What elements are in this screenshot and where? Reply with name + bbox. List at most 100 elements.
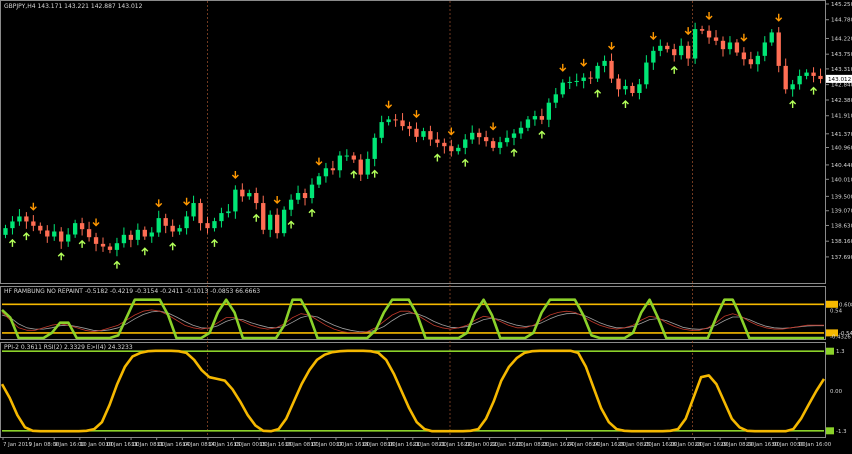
day-separators bbox=[207, 1, 693, 437]
candle-body bbox=[442, 142, 447, 147]
arrow-up-icon bbox=[510, 148, 518, 157]
price-tick-label: 142.840 bbox=[831, 83, 852, 89]
candle-body bbox=[692, 29, 698, 59]
candle-body bbox=[254, 193, 259, 204]
price-tick-label: 144.220 bbox=[831, 36, 852, 42]
arrow-up-icon bbox=[169, 242, 177, 251]
arrow-up-icon bbox=[22, 232, 30, 241]
candle-body bbox=[595, 65, 600, 79]
candle-body bbox=[414, 128, 419, 137]
arrow-up-icon bbox=[461, 158, 469, 167]
candle-body bbox=[386, 119, 391, 123]
candle-body bbox=[288, 199, 294, 210]
candle-body bbox=[205, 223, 210, 229]
price-tick-label: 138.160 bbox=[831, 239, 852, 245]
candle-body bbox=[790, 84, 795, 90]
candle-body bbox=[421, 131, 426, 137]
arrow-up-icon bbox=[252, 213, 260, 222]
arrow-down-icon bbox=[705, 12, 713, 21]
candle-body bbox=[10, 221, 15, 229]
arrow-up-icon bbox=[287, 220, 295, 229]
ppi-series-line bbox=[0, 349, 826, 433]
candle-body bbox=[128, 234, 134, 240]
arrow-up-icon bbox=[670, 65, 678, 74]
arrow-down-icon bbox=[580, 58, 588, 67]
candle-body bbox=[651, 50, 656, 63]
candle-body bbox=[372, 137, 377, 159]
candle-body bbox=[177, 228, 182, 232]
ppi-indicator-frame bbox=[0, 342, 826, 438]
ppi-header: PPI-2 0.3611 RSI(2) 2.3329 E>I(4) 24.323… bbox=[4, 344, 133, 351]
candle-body bbox=[630, 85, 635, 93]
candle-body bbox=[261, 203, 266, 230]
candle-body bbox=[463, 139, 468, 148]
indicator-tick-label: 0.00 bbox=[830, 389, 843, 395]
arrow-down-icon bbox=[183, 197, 191, 206]
candle-body bbox=[560, 82, 565, 95]
candle-body bbox=[275, 214, 280, 234]
candle-body bbox=[198, 203, 203, 224]
level-badge bbox=[826, 347, 834, 355]
candle-body bbox=[316, 176, 322, 185]
candle-body bbox=[581, 77, 586, 81]
candle-body bbox=[170, 225, 175, 232]
last-price-label: 143.012 bbox=[828, 77, 851, 83]
arrow-up-icon bbox=[210, 238, 218, 247]
candle-body bbox=[219, 213, 224, 222]
candle-body bbox=[233, 189, 238, 212]
time-tick-label: 30 Jan 16:00 bbox=[797, 442, 832, 448]
arrow-down-icon bbox=[447, 127, 455, 136]
arrow-down-icon bbox=[608, 42, 616, 51]
candle-body bbox=[679, 45, 684, 56]
candle-body bbox=[567, 81, 572, 83]
candle-body bbox=[428, 131, 433, 140]
price-tick-label: 141.910 bbox=[831, 114, 852, 120]
candle-body bbox=[456, 147, 461, 152]
arrow-up-icon bbox=[78, 239, 86, 248]
candle-body bbox=[149, 232, 154, 237]
level-badge bbox=[826, 427, 834, 435]
price-tick-label: 140.010 bbox=[831, 177, 852, 183]
arrow-down-icon bbox=[684, 27, 692, 36]
arrow-up-icon bbox=[57, 252, 65, 261]
candle-body bbox=[449, 146, 454, 152]
candle-body bbox=[156, 218, 161, 233]
candle-body bbox=[281, 209, 287, 234]
candle-body bbox=[24, 216, 29, 222]
candle-body bbox=[93, 237, 99, 244]
candle-body bbox=[407, 126, 412, 129]
candle-body bbox=[142, 229, 147, 237]
candle-body bbox=[59, 231, 64, 242]
candle-body bbox=[79, 223, 85, 230]
indicator-tick-label: -1.3 bbox=[836, 429, 847, 435]
candle-body bbox=[762, 42, 767, 56]
candle-body bbox=[72, 223, 78, 235]
chart-canvas: 145.250 144.780 144.220 143.750 143.310 142.8… bbox=[0, 0, 852, 448]
candle-body bbox=[191, 203, 196, 217]
time-axis: 7 Jan 20199 Jan 08:009 Jan 16:0010 Jan 0… bbox=[2, 437, 832, 448]
candle-body bbox=[727, 42, 733, 50]
price-tick-label: 140.440 bbox=[831, 163, 852, 169]
arrow-up-icon bbox=[8, 238, 16, 247]
candle-body bbox=[344, 155, 349, 157]
candle-body bbox=[135, 229, 140, 240]
candle-body bbox=[17, 216, 22, 222]
price-axis: 145.250 144.780 144.220 143.750 143.310 142.8… bbox=[825, 2, 852, 435]
candle-body bbox=[351, 155, 356, 160]
candle-body bbox=[588, 77, 593, 79]
arrow-down-icon bbox=[315, 157, 323, 166]
price-tick-label: 138.630 bbox=[831, 223, 852, 229]
candle-body bbox=[525, 119, 531, 128]
candle-body bbox=[776, 32, 781, 66]
candle-body bbox=[518, 127, 524, 134]
candle-body bbox=[609, 60, 614, 79]
price-tick-label: 142.380 bbox=[831, 98, 852, 104]
arrow-down-icon bbox=[29, 202, 37, 211]
level-badge bbox=[826, 300, 838, 308]
arrow-up-icon bbox=[621, 100, 629, 109]
arrow-up-icon bbox=[433, 153, 441, 162]
candle-body bbox=[379, 122, 384, 138]
candle-body bbox=[31, 221, 36, 226]
candle-body bbox=[748, 59, 754, 65]
candle-body bbox=[672, 49, 677, 56]
